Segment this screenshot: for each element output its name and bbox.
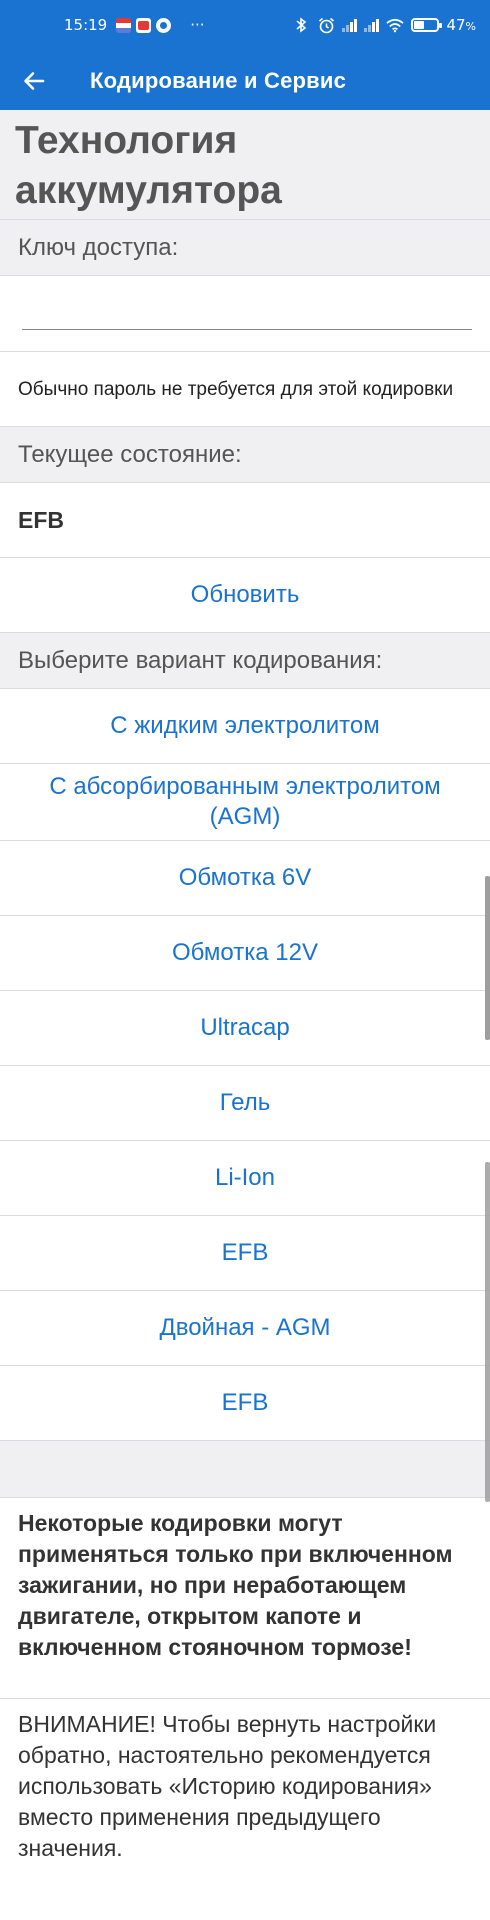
option-gel[interactable]: Гель bbox=[0, 1066, 490, 1141]
arrow-back-icon bbox=[24, 72, 45, 90]
section-spacer bbox=[0, 1441, 490, 1498]
back-button[interactable] bbox=[14, 63, 54, 99]
battery-level bbox=[414, 21, 425, 29]
status-time: 15:19 bbox=[64, 16, 108, 34]
status-left: 15:19 ··· bbox=[64, 16, 205, 34]
bluetooth-icon bbox=[292, 17, 310, 33]
option-winding-12v[interactable]: Обмотка 12V bbox=[0, 916, 490, 991]
app-bar: Кодирование и Сервис bbox=[0, 52, 490, 110]
app-notification-icon bbox=[116, 17, 132, 33]
option-agm[interactable]: С абсорбированным электролитом (AGM) bbox=[0, 764, 490, 841]
ignition-warning: Некоторые кодировки могут применяться то… bbox=[0, 1498, 490, 1699]
alarm-icon bbox=[317, 17, 335, 33]
option-dual-agm[interactable]: Двойная - AGM bbox=[0, 1291, 490, 1366]
option-flooded[interactable]: С жидким электролитом bbox=[0, 689, 490, 764]
youtube-notification-icon bbox=[136, 17, 152, 33]
bottom-edge bbox=[0, 1904, 490, 1920]
status-right: 47% bbox=[292, 16, 476, 34]
app-title: Кодирование и Сервис bbox=[90, 68, 347, 93]
scrollbar-thumb-2[interactable] bbox=[485, 1162, 490, 1502]
access-key-hint: Обычно пароль не требуется для этой коди… bbox=[0, 352, 490, 427]
choose-variant-header: Выберите вариант кодирования: bbox=[0, 633, 490, 689]
scrollbar-thumb[interactable] bbox=[485, 876, 490, 1040]
access-key-header: Ключ доступа: bbox=[0, 220, 490, 276]
access-key-row bbox=[0, 276, 490, 352]
signal-strength-icon bbox=[342, 18, 358, 32]
wifi-icon bbox=[386, 17, 405, 33]
option-li-ion[interactable]: Li-Ion bbox=[0, 1141, 490, 1216]
current-state-header: Текущее состояние: bbox=[0, 427, 490, 483]
signal-strength-icon-2 bbox=[364, 18, 380, 32]
app-notification-icon-2 bbox=[156, 17, 172, 33]
settings-list: Технология аккумулятора Ключ доступа: Об… bbox=[0, 110, 490, 1919]
option-efb[interactable]: EFB bbox=[0, 1216, 490, 1291]
page-title: Технология аккумулятора bbox=[0, 110, 490, 220]
more-notifications-icon: ··· bbox=[190, 16, 205, 34]
status-bar: 15:19 ··· 47% bbox=[0, 0, 490, 52]
battery-percent: 47% bbox=[446, 16, 476, 34]
option-efb-2[interactable]: EFB bbox=[0, 1366, 490, 1441]
battery-icon bbox=[411, 18, 443, 32]
access-key-input[interactable] bbox=[22, 290, 472, 330]
refresh-button[interactable]: Обновить bbox=[0, 558, 490, 633]
current-state-value: EFB bbox=[0, 483, 490, 558]
option-winding-6v[interactable]: Обмотка 6V bbox=[0, 841, 490, 916]
option-ultracap[interactable]: Ultracap bbox=[0, 991, 490, 1066]
history-warning: ВНИМАНИЕ! Чтобы вернуть настройки обратн… bbox=[0, 1699, 490, 1919]
